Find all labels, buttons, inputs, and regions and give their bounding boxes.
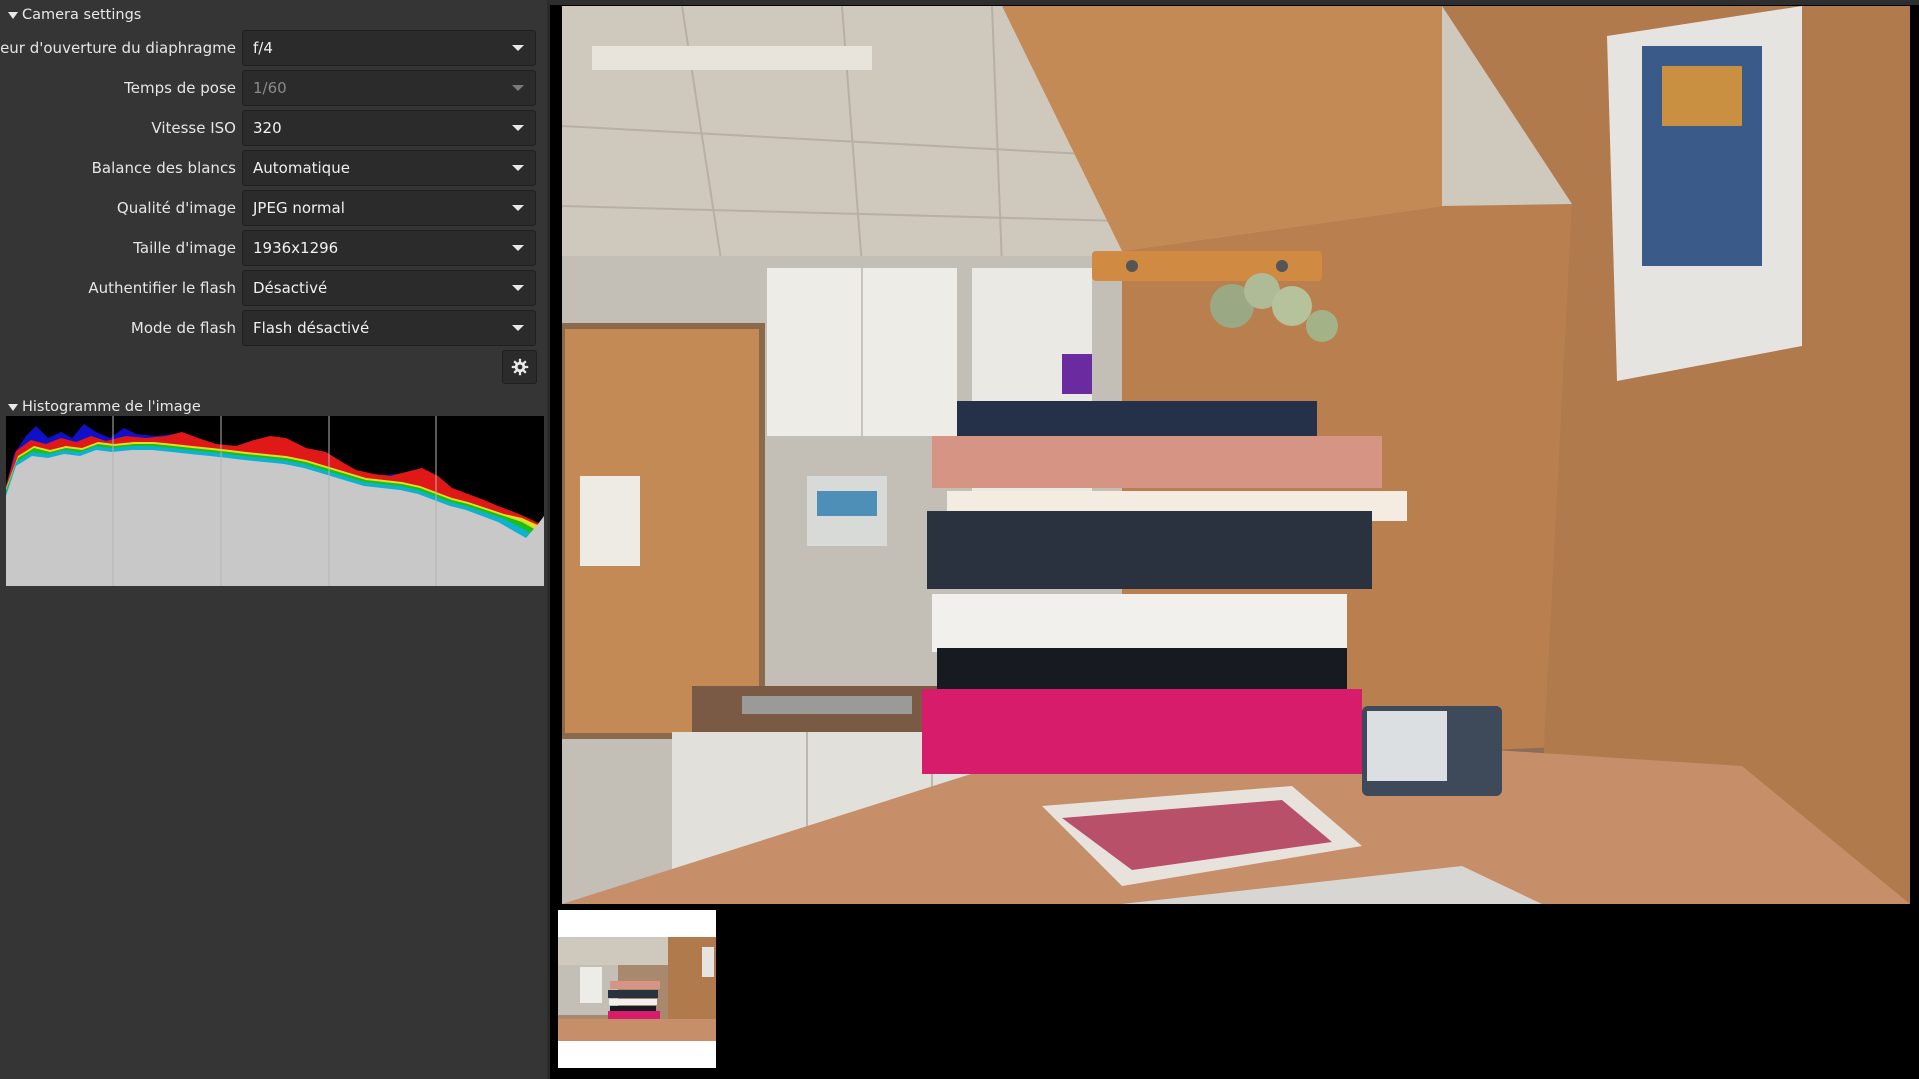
shutter-value: 1/60 (253, 79, 287, 97)
aperture-label: Valeur d'ouverture du diaphragme (0, 39, 236, 57)
camera-settings-title: Camera settings (22, 7, 142, 23)
camera-settings-header[interactable]: Camera settings (8, 5, 141, 25)
dropdown-arrow-icon (512, 45, 524, 51)
setting-row-flash-auth: Authentifier le flash Désactivé (0, 270, 547, 306)
image-quality-combo[interactable]: JPEG normal (242, 190, 536, 226)
image-viewer (550, 0, 1919, 1079)
flash-auth-value: Désactivé (253, 279, 328, 297)
thumbnail-scene (558, 937, 716, 1041)
image-size-value: 1936x1296 (253, 239, 339, 257)
photo-scene (562, 6, 1910, 904)
shutter-label: Temps de pose (124, 79, 236, 97)
dropdown-arrow-icon (512, 245, 524, 251)
shutter-combo: 1/60 (242, 70, 536, 106)
setting-row-iso: Vitesse ISO 320 (0, 110, 547, 146)
flash-auth-label: Authentifier le flash (88, 279, 236, 297)
flash-mode-value: Flash désactivé (253, 319, 370, 337)
viewer-top-edge (550, 0, 1919, 5)
white-balance-value: Automatique (253, 159, 350, 177)
histogram-graph (6, 416, 544, 586)
iso-value: 320 (253, 119, 282, 137)
gear-icon (511, 358, 528, 376)
flash-mode-combo[interactable]: Flash désactivé (242, 310, 536, 346)
image-size-label: Taille d'image (133, 239, 236, 257)
iso-label: Vitesse ISO (151, 119, 236, 137)
dropdown-arrow-icon (512, 325, 524, 331)
iso-combo[interactable]: 320 (242, 110, 536, 146)
setting-row-white-balance: Balance des blancs Automatique (0, 150, 547, 186)
aperture-value: f/4 (253, 39, 273, 57)
dropdown-arrow-icon (512, 85, 524, 91)
histogram (6, 416, 544, 586)
setting-row-image-quality: Qualité d'image JPEG normal (0, 190, 547, 226)
setting-row-flash-mode: Mode de flash Flash désactivé (0, 310, 547, 346)
setting-row-shutter: Temps de pose 1/60 (0, 70, 547, 106)
expand-triangle-icon (8, 11, 18, 19)
image-size-combo[interactable]: 1936x1296 (242, 230, 536, 266)
image-quality-value: JPEG normal (253, 199, 345, 217)
dropdown-arrow-icon (512, 285, 524, 291)
image-quality-label: Qualité d'image (116, 199, 236, 217)
preview-photo[interactable] (562, 6, 1910, 904)
thumbnail-0[interactable] (558, 910, 716, 1068)
white-balance-combo[interactable]: Automatique (242, 150, 536, 186)
white-balance-label: Balance des blancs (91, 159, 236, 177)
left-panel: Camera settings Valeur d'ouverture du di… (0, 0, 547, 1079)
setting-row-image-size: Taille d'image 1936x1296 (0, 230, 547, 266)
histogram-header[interactable]: Histogramme de l'image (8, 397, 201, 417)
setting-row-aperture: Valeur d'ouverture du diaphragme f/4 (0, 30, 547, 66)
camera-settings-button[interactable] (502, 350, 537, 384)
flash-auth-combo[interactable]: Désactivé (242, 270, 536, 306)
aperture-combo[interactable]: f/4 (242, 30, 536, 66)
dropdown-arrow-icon (512, 125, 524, 131)
dropdown-arrow-icon (512, 165, 524, 171)
expand-triangle-icon (8, 403, 18, 411)
dropdown-arrow-icon (512, 205, 524, 211)
thumbnail-image (558, 937, 716, 1041)
flash-mode-label: Mode de flash (130, 319, 236, 337)
histogram-title: Histogramme de l'image (22, 399, 201, 415)
